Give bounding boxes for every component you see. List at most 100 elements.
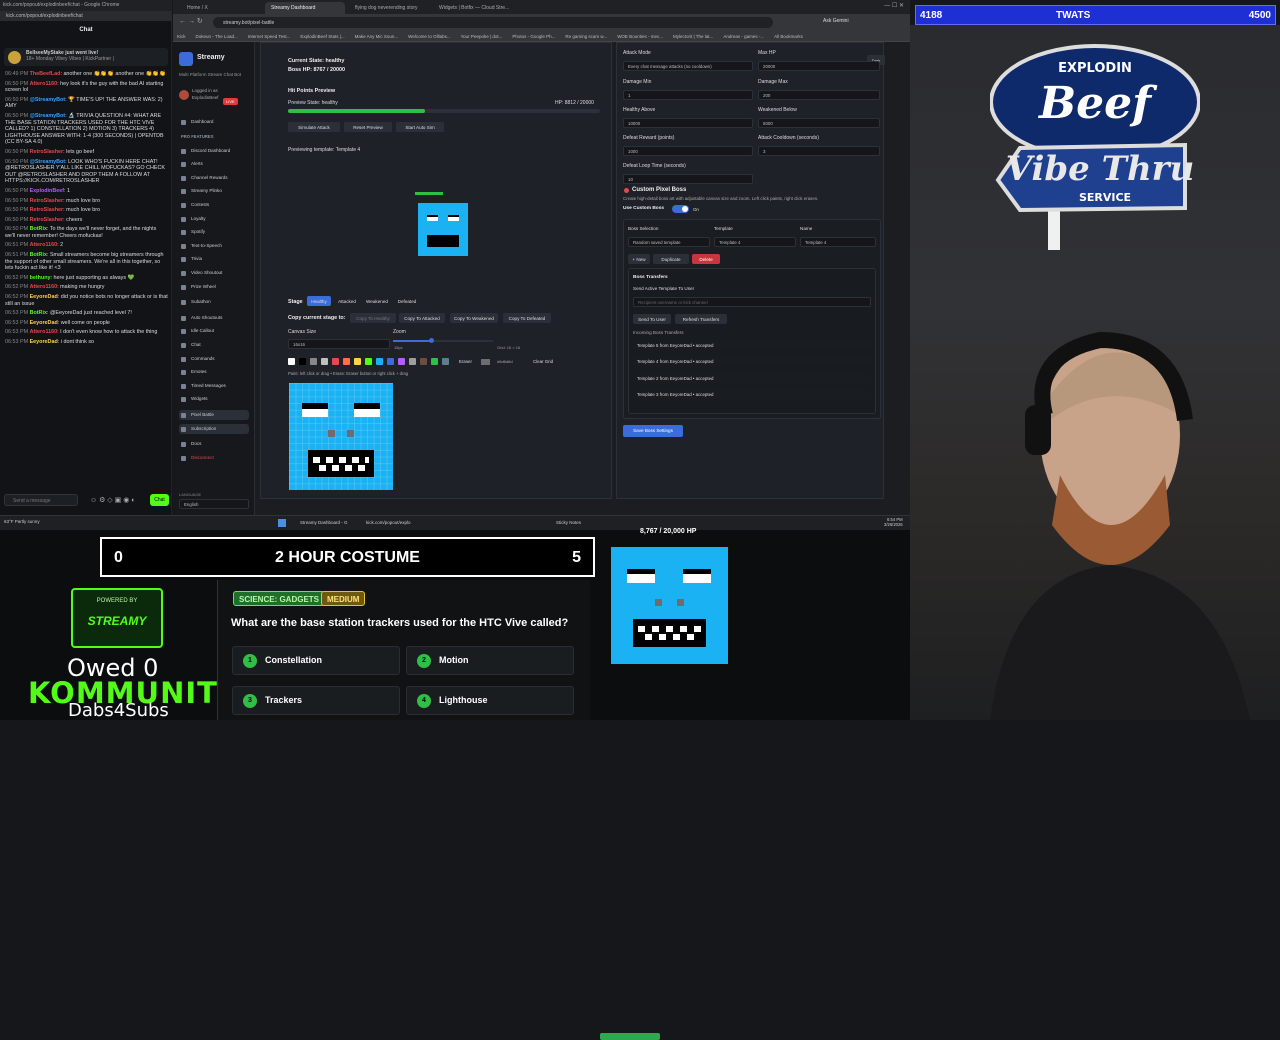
sidebar-item-docs[interactable]: Docs	[179, 439, 249, 449]
color-swatch[interactable]	[376, 358, 383, 365]
bookmark-item[interactable]: Make Any Mic Soun...	[355, 34, 399, 39]
bookmark-item[interactable]: Dokeun - The Load...	[196, 34, 238, 39]
message-username[interactable]: BotRix	[30, 226, 47, 232]
tab-widgets[interactable]: Widgets | Botfix — Cloud Stre...	[433, 2, 513, 14]
color-swatch[interactable]	[332, 358, 339, 365]
max-hp-input[interactable]: 20000	[758, 61, 880, 71]
simulate-attack-button[interactable]: Simulate Attack	[288, 122, 340, 132]
message-username[interactable]: Attero1160	[30, 284, 58, 290]
bookmark-item[interactable]: Mylectorit | The lat...	[673, 34, 713, 39]
sidebar-item-subathon[interactable]: Subathon	[179, 297, 249, 307]
stage-attacked-tab[interactable]: Attacked	[334, 296, 360, 306]
refresh-transfers-button[interactable]: Refresh Transfers	[675, 314, 727, 324]
sidebar-item-widgets[interactable]: Widgets	[179, 394, 249, 404]
color-swatch[interactable]	[398, 358, 405, 365]
message-username[interactable]: BotRix	[30, 310, 47, 316]
message-username[interactable]: ExplodinBeef	[30, 188, 64, 194]
sidebar-item-alerts[interactable]: Alerts	[179, 159, 249, 169]
nav-arrows-icon[interactable]: ← → ↻	[179, 17, 203, 25]
message-username[interactable]: RetroSlasher	[30, 198, 64, 204]
sidebar-item-trivia[interactable]: Trivia	[179, 254, 249, 264]
bookmark-item[interactable]: WOE Bounties - mec...	[617, 34, 663, 39]
copy-to-defeated-button[interactable]: Copy To Defeated	[503, 313, 551, 323]
tab-flying-dog[interactable]: flying dog neverending story	[349, 2, 429, 14]
taskbar-kick[interactable]: kick.com/popout/explo	[366, 520, 411, 525]
taskbar-sticky-notes[interactable]: Sticky Notes	[556, 520, 581, 525]
color-picker[interactable]	[481, 359, 490, 365]
message-username[interactable]: TheBeefLad	[30, 71, 61, 77]
chat-url[interactable]: kick.com/popout/explodinbeef/chat	[0, 11, 172, 21]
emote-icon[interactable]: ☺ ⚙ ◇ ▣ ◉ ◐	[90, 496, 135, 504]
message-username[interactable]: BotRix	[30, 252, 47, 258]
weakened-below-input[interactable]: 5000	[758, 118, 880, 128]
sidebar-item-dashboard[interactable]: Dashboard	[179, 117, 249, 127]
send-to-user-button[interactable]: Send To User	[633, 314, 671, 324]
tab-x[interactable]: Home / X	[181, 2, 241, 14]
chat-send-button[interactable]: Chat	[150, 494, 169, 506]
zoom-slider[interactable]	[393, 338, 493, 343]
delete-button[interactable]: Delete	[692, 254, 720, 264]
message-username[interactable]: @StreamyBot	[30, 97, 66, 103]
color-swatch[interactable]	[321, 358, 328, 365]
color-swatch[interactable]	[409, 358, 416, 365]
sidebar-item-contests[interactable]: Contests	[179, 200, 249, 210]
sidebar-item-spotify[interactable]: Spotify	[179, 227, 249, 237]
defeat-reward-input[interactable]: 1000	[623, 146, 753, 156]
bookmark-item[interactable]: Welcome to Olllabs...	[408, 34, 450, 39]
message-username[interactable]: @StreamyBot	[30, 113, 66, 119]
bookmark-item[interactable]: ExplodinBeef Stats |...	[300, 34, 344, 39]
message-username[interactable]: bethuny	[30, 275, 51, 281]
defeat-loop-input[interactable]: 10	[623, 174, 753, 184]
stage-healthy-tab[interactable]: Healthy	[307, 296, 331, 306]
color-swatch[interactable]	[354, 358, 361, 365]
copy-to-attacked-button[interactable]: Copy To Attacked	[399, 313, 445, 323]
clear-grid-button[interactable]: Clear Grid	[533, 359, 553, 364]
attack-mode-select[interactable]: Every chat message attacks (no cooldown)	[623, 61, 753, 71]
template-select[interactable]: Template 4	[714, 237, 796, 247]
bookmark-item[interactable]: Kick	[177, 34, 186, 39]
message-username[interactable]: EeyoreDad	[30, 339, 58, 345]
bookmark-item[interactable]: Your Peepoke | dot...	[461, 34, 503, 39]
new-template-button[interactable]: + New	[628, 254, 650, 264]
sidebar-item-video-shoutout[interactable]: Video Shoutout	[179, 268, 249, 278]
attack-cooldown-input[interactable]: 3	[758, 146, 880, 156]
sidebar-item-subscription[interactable]: Subscription	[179, 423, 249, 434]
color-swatch[interactable]	[343, 358, 350, 365]
save-boss-settings-button[interactable]: Save Boss Settings	[623, 425, 683, 437]
sidebar-item-auto-shoutouts[interactable]: Auto Shoutouts	[179, 313, 249, 323]
sidebar-item-chat[interactable]: Chat	[179, 340, 249, 350]
stage-defeated-tab[interactable]: Defeated	[394, 296, 420, 306]
message-username[interactable]: Attero1160	[30, 81, 58, 87]
sidebar-item-text-to-speech[interactable]: Text-to-Speech	[179, 241, 249, 251]
sidebar-item-channel-rewards[interactable]: Channel Rewards	[179, 173, 249, 183]
bookmark-item[interactable]: Photos - Google Ph...	[512, 34, 555, 39]
message-username[interactable]: Attero1160	[30, 242, 58, 248]
bookmark-item[interactable]: All Bookmarks	[774, 34, 803, 39]
chat-message-list[interactable]: 06:49 PM TheBeefLad: another one 👏👏👏 ano…	[0, 70, 172, 490]
zoom-slider-handle[interactable]	[429, 338, 434, 343]
url-field[interactable]: streamy.bot/pixel-battle	[213, 17, 773, 28]
color-swatch[interactable]	[387, 358, 394, 365]
color-swatch[interactable]	[310, 358, 317, 365]
taskbar-streamy[interactable]: Streamy Dashboard - G	[300, 520, 348, 525]
message-username[interactable]: EeyoreDad	[30, 320, 58, 326]
message-username[interactable]: Attero1160	[30, 329, 58, 335]
bookmark-item[interactable]: Andreas - games -...	[723, 34, 764, 39]
sidebar-item-streamy-plinko[interactable]: Streamy Plinko	[179, 186, 249, 196]
window-controls[interactable]: — ☐ ✕	[884, 2, 904, 9]
sidebar-item-emotes[interactable]: Emotes	[179, 367, 249, 377]
message-username[interactable]: RetroSlasher	[30, 217, 64, 223]
sidebar-item-commands[interactable]: Commands	[179, 354, 249, 364]
copy-to-weakened-button[interactable]: Copy To Weakened	[450, 313, 498, 323]
ask-gemini-button[interactable]: Ask Gemini	[823, 18, 849, 24]
sidebar-item-loyalty[interactable]: Loyalty	[179, 214, 249, 224]
color-swatch[interactable]	[442, 358, 449, 365]
color-palette[interactable]	[288, 358, 458, 365]
sidebar-item-disconnect[interactable]: Disconnect	[179, 453, 249, 463]
sidebar-item-discord-dashboard[interactable]: Discord Dashboard	[179, 146, 249, 156]
damage-min-input[interactable]: 1	[623, 90, 753, 100]
color-swatch[interactable]	[420, 358, 427, 365]
healthy-above-input[interactable]: 10000	[623, 118, 753, 128]
tab-streamy[interactable]: Streamy Dashboard	[265, 2, 345, 14]
sidebar-item-idle-callout[interactable]: Idle Callout	[179, 326, 249, 336]
